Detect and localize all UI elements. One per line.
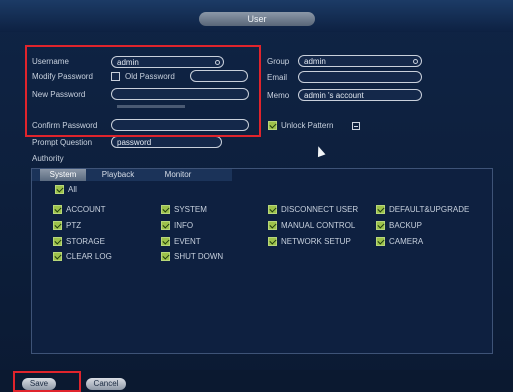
permission-checkbox[interactable] (376, 205, 385, 214)
permission-checkbox[interactable] (53, 205, 62, 214)
tab-monitor[interactable]: Monitor (150, 169, 206, 181)
group-select[interactable]: admin (298, 55, 422, 67)
memo-field[interactable]: admin 's account (298, 89, 422, 101)
permission-label: BACKUP (389, 221, 422, 230)
unlock-pattern-checkbox[interactable] (268, 121, 277, 130)
permission-checkbox[interactable] (376, 221, 385, 230)
permission-checkbox[interactable] (376, 237, 385, 246)
unlock-pattern-label: Unlock Pattern (281, 121, 334, 130)
email-label: Email (267, 73, 288, 82)
pattern-icon[interactable] (352, 122, 360, 130)
tab-system[interactable]: System (40, 169, 86, 181)
permission-checkbox[interactable] (53, 252, 62, 261)
mouse-cursor-icon (314, 144, 326, 158)
group-label: Group (267, 57, 290, 66)
permission-checkbox[interactable] (161, 205, 170, 214)
permission-label: CLEAR LOG (66, 252, 112, 261)
permission-label: EVENT (174, 237, 201, 246)
permission-label: MANUAL CONTROL (281, 221, 356, 230)
memo-label: Memo (267, 91, 290, 100)
chevron-down-icon (413, 59, 418, 64)
permission-label: SHUT DOWN (174, 252, 224, 261)
permission-checkbox[interactable] (53, 237, 62, 246)
authority-label: Authority (32, 154, 64, 163)
permission-label: PTZ (66, 221, 82, 230)
group-value: admin (304, 57, 326, 66)
save-highlight-box (13, 371, 81, 392)
permission-checkbox[interactable] (161, 252, 170, 261)
cancel-button[interactable]: Cancel (86, 378, 126, 390)
highlight-box (25, 45, 261, 137)
permission-checkbox[interactable] (161, 237, 170, 246)
permission-label: SYSTEM (174, 205, 207, 214)
prompt-question-value: password (117, 138, 152, 147)
permission-checkbox[interactable] (268, 221, 277, 230)
permission-label: NETWORK SETUP (281, 237, 351, 246)
permission-label: ACCOUNT (66, 205, 106, 214)
user-dialog: User Username admin Modify Password Old … (0, 0, 513, 392)
tab-playback[interactable]: Playback (90, 169, 146, 181)
email-field[interactable] (298, 71, 422, 83)
permission-label: STORAGE (66, 237, 105, 246)
permission-checkbox[interactable] (161, 221, 170, 230)
title-bar: User (0, 0, 513, 32)
permission-label: INFO (174, 221, 194, 230)
prompt-question-label: Prompt Question (32, 138, 93, 147)
permission-checkbox[interactable] (268, 205, 277, 214)
prompt-question-field[interactable]: password (111, 136, 222, 148)
permission-label: DISCONNECT USER (281, 205, 359, 214)
all-label: All (68, 185, 77, 194)
memo-value: admin 's account (304, 91, 364, 100)
permission-label: CAMERA (389, 237, 424, 246)
permission-checkbox[interactable] (53, 221, 62, 230)
all-checkbox[interactable] (55, 185, 64, 194)
permission-checkbox[interactable] (268, 237, 277, 246)
permission-label: DEFAULT&UPGRADE (389, 205, 470, 214)
dialog-title: User (199, 12, 315, 26)
